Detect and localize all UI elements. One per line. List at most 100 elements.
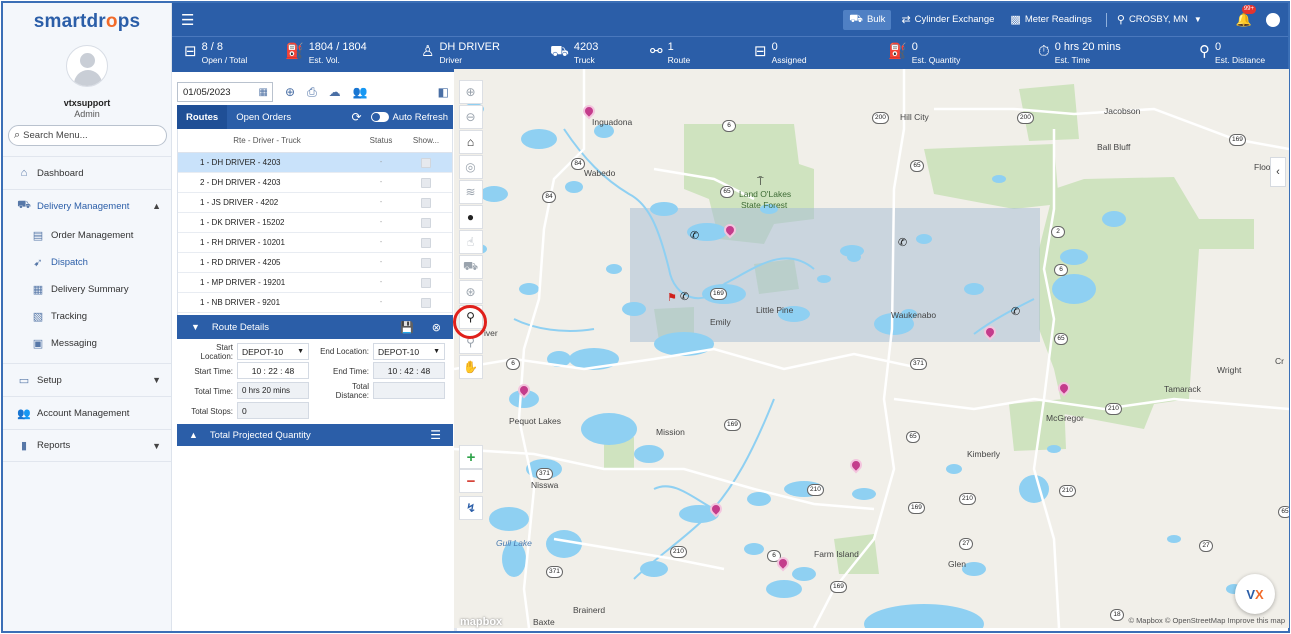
meter-icon: ▩	[1010, 14, 1021, 26]
route-optimize-icon[interactable]: ↯	[459, 496, 483, 520]
total-distance-value	[373, 382, 445, 399]
search-menu-input[interactable]: ⌕ Search Menu...	[8, 125, 167, 146]
drivers-icon[interactable]: 👥	[353, 85, 368, 99]
sidebar-item-setup[interactable]: ▭ Setup ▼	[3, 363, 171, 396]
menu-icon[interactable]: ☰	[430, 428, 441, 442]
home-icon[interactable]: ⌂	[458, 130, 483, 154]
sidebar-item-reports[interactable]: ▮ Reports ▼	[3, 429, 171, 462]
show-checkbox[interactable]	[421, 297, 431, 308]
table-row[interactable]: 2 - DH DRIVER - 4203 -	[178, 173, 452, 193]
zoom-out-icon[interactable]: ⊖	[458, 105, 483, 129]
col-show[interactable]: Show...	[406, 136, 446, 145]
sidebar-item-messaging[interactable]: ▣ Messaging	[3, 330, 171, 357]
globe-icon[interactable]: ⊛	[458, 280, 483, 304]
bulk-button[interactable]: ⛟ Bulk	[843, 9, 892, 30]
brand-name-right: ps	[117, 11, 141, 32]
calendar-icon[interactable]: ▦	[259, 87, 268, 98]
end-time-input[interactable]: 10 : 42 : 48	[373, 362, 445, 379]
cylinder-exchange-button[interactable]: ⇄ Cylinder Exchange	[895, 10, 1000, 30]
table-row[interactable]: 1 - RH DRIVER - 10201 -	[178, 233, 452, 253]
place-label: iver	[484, 328, 498, 338]
start-time-input[interactable]: 10 : 22 : 48	[237, 362, 309, 379]
table-row[interactable]: 1 - MP DRIVER - 19201 -	[178, 273, 452, 293]
routes-tabs: Routes Open Orders ⟳ Auto Refresh	[177, 105, 453, 129]
highlight-circle	[453, 305, 487, 339]
user-menu-avatar[interactable]	[1266, 12, 1280, 27]
phone-icon[interactable]: ✆	[690, 229, 699, 242]
location-select[interactable]: ⚲ CROSBY, MN ▼	[1111, 10, 1208, 30]
table-row[interactable]: 1 - RD DRIVER - 4205 -	[178, 253, 452, 273]
start-location-select[interactable]: DEPOT-10 ▼	[237, 343, 309, 360]
zoom-minus-button[interactable]: −	[459, 469, 483, 493]
sidebar-item-dispatch[interactable]: ➹ Dispatch	[3, 249, 171, 276]
show-checkbox[interactable]	[421, 197, 431, 208]
auto-refresh-toggle[interactable]	[370, 112, 389, 122]
table-row[interactable]: 1 - JS DRIVER - 4202 -	[178, 193, 452, 213]
phone-icon[interactable]: ✆	[898, 236, 907, 249]
brand-logo[interactable]: smartdr o ps	[3, 3, 171, 41]
sidebar-item-tracking[interactable]: ▧ Tracking	[3, 303, 171, 330]
map-attribution[interactable]: © Mapbox © OpenStreetMap Improve this ma…	[1128, 616, 1285, 625]
stat-value: 8 / 8	[201, 41, 223, 53]
truck-icon[interactable]: ⛟	[458, 255, 483, 279]
show-checkbox[interactable]	[421, 277, 431, 288]
projected-quantity-header[interactable]: ▲ Total Projected Quantity ☰	[177, 424, 453, 446]
save-icon[interactable]: 💾	[400, 321, 414, 334]
road-shield: 6	[1054, 264, 1068, 276]
date-picker-input[interactable]: 01/05/2023 ▦	[177, 82, 273, 102]
tab-open-orders[interactable]: Open Orders	[227, 105, 300, 129]
col-status[interactable]: Status	[356, 136, 406, 145]
driver-icon: ♙	[421, 43, 435, 60]
show-checkbox[interactable]	[421, 237, 431, 248]
layers-icon[interactable]: ≋	[458, 180, 483, 204]
route-details-header[interactable]: ▼ Route Details 💾 ⊗	[177, 315, 453, 339]
zoom-in-icon[interactable]: ⊕	[458, 80, 483, 104]
pan-hand-icon[interactable]: ✋	[458, 355, 483, 379]
avatar[interactable]	[66, 45, 108, 87]
stat-assigned: ⊟ 0 Assigned	[754, 41, 807, 66]
notifications-button[interactable]: 🔔 99+	[1236, 4, 1256, 28]
col-rte-driver-truck[interactable]: Rte - Driver - Truck	[178, 136, 356, 145]
print-icon[interactable]: ⎙	[307, 85, 317, 100]
chat-assistant-button[interactable]: VX	[1235, 574, 1275, 614]
panel-layout-icon[interactable]: ◧	[438, 85, 449, 99]
sidebar-item-order-management[interactable]: ▤ Order Management	[3, 222, 171, 249]
location-label: CROSBY, MN	[1128, 14, 1188, 25]
sidebar-item-label: Tracking	[51, 311, 88, 322]
end-location-select[interactable]: DEPOT-10 ▼	[373, 343, 445, 360]
show-checkbox[interactable]	[421, 217, 431, 228]
add-icon[interactable]: ⊕	[285, 85, 295, 99]
table-row[interactable]: 1 - NB DRIVER - 9201 -	[178, 293, 452, 313]
table-row[interactable]: 1 - DK DRIVER - 15202 -	[178, 213, 452, 233]
row-label: 2 - DH DRIVER - 4203	[200, 178, 281, 187]
cloud-upload-icon[interactable]: ☁	[329, 85, 341, 99]
sidebar-item-account-management[interactable]: 👥 Account Management	[3, 396, 171, 429]
hamburger-menu-icon[interactable]: ☰	[181, 11, 194, 29]
user-location-icon[interactable]: ●	[458, 205, 483, 229]
chevron-up-icon[interactable]: ▲	[189, 430, 198, 440]
show-checkbox[interactable]	[421, 257, 431, 268]
touch-icon[interactable]: ☝	[458, 230, 483, 254]
sidebar-item-delivery-summary[interactable]: ▦ Delivery Summary	[3, 276, 171, 303]
phone-icon[interactable]: ✆	[1011, 305, 1020, 318]
place-label: Mission	[656, 427, 685, 437]
stats-bar: ⊟ 8 / 8 Open / Total ⛽ 1804 / 1804 Est. Vo…	[172, 36, 1288, 85]
table-header: Rte - Driver - Truck Status Show...	[178, 129, 452, 153]
meter-readings-button[interactable]: ▩ Meter Readings	[1004, 10, 1097, 30]
show-checkbox[interactable]	[421, 157, 431, 168]
tab-routes[interactable]: Routes	[177, 105, 228, 129]
show-checkbox[interactable]	[421, 177, 431, 188]
phone-icon[interactable]: ✆	[680, 290, 689, 303]
chevron-down-icon[interactable]: ▼	[191, 322, 200, 332]
table-row[interactable]: 1 - DH DRIVER - 4203 -	[178, 153, 452, 173]
locate-icon[interactable]: ◎	[458, 155, 483, 179]
collapse-panel-button[interactable]: ‹	[1270, 157, 1286, 187]
sidebar-item-delivery-management[interactable]: ⛟ Delivery Management ▲	[3, 189, 171, 222]
depot-flag-icon[interactable]: ⚑	[667, 291, 677, 304]
sidebar-item-dashboard[interactable]: ⌂ Dashboard	[3, 156, 171, 189]
zoom-plus-button[interactable]: +	[459, 445, 483, 469]
refresh-icon[interactable]: ⟳	[351, 110, 361, 124]
map-canvas[interactable]: Inguadona Wabedo Land O'Lakes State Fore…	[454, 69, 1289, 628]
mapbox-logo[interactable]: mapbox	[460, 616, 502, 628]
close-icon[interactable]: ⊗	[432, 321, 441, 334]
